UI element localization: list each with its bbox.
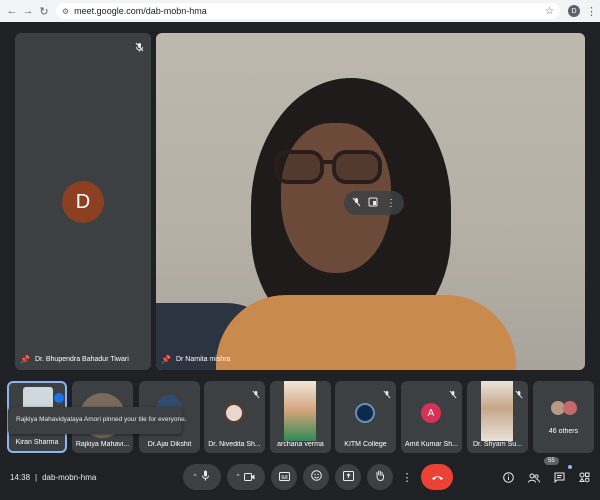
raise-hand-button[interactable] <box>367 464 393 490</box>
browser-toolbar: ← → ↻ ⚙ meet.google.com/dab-mobn-hma ☆ D… <box>0 0 600 22</box>
participant-name: Rajkiya Mahavi... <box>75 441 130 448</box>
mic-off-icon <box>252 386 260 404</box>
avatar: D <box>62 181 104 223</box>
mic-off-icon <box>449 386 457 404</box>
more-options-button[interactable]: ⋮ <box>399 464 415 490</box>
current-time: 14:38 <box>10 473 31 482</box>
participants-count-badge: 55 <box>544 457 559 465</box>
video-thumbnail <box>284 381 316 441</box>
filmstrip-tile[interactable]: KITM College <box>335 381 396 453</box>
filmstrip-tile[interactable]: Dr. Shyam Su... <box>467 381 528 453</box>
reload-icon[interactable]: ↻ <box>36 3 52 19</box>
address-bar[interactable]: ⚙ meet.google.com/dab-mobn-hma ☆ <box>56 3 560 19</box>
participant-name: Kiran Sharma <box>15 439 59 446</box>
profile-photo <box>224 403 244 423</box>
participant-name: KITM College <box>344 441 387 448</box>
tile-overlay-controls: ⋮ <box>344 191 404 215</box>
video-thumbnail <box>481 381 513 441</box>
microphone-icon <box>201 468 210 486</box>
chat-icon[interactable] <box>554 470 565 488</box>
mic-off-icon <box>515 386 523 404</box>
chevron-up-icon[interactable]: ^ <box>237 474 240 480</box>
call-controls: ^ ^ ⋮ <box>183 464 453 490</box>
leave-call-button[interactable] <box>421 464 453 490</box>
forward-icon[interactable]: → <box>20 3 36 19</box>
college-logo <box>355 403 375 423</box>
separator: | <box>35 473 38 482</box>
toast-message: Rajkiya Mahavidyalaya Amori pinned your … <box>16 416 187 423</box>
site-info-icon[interactable]: ⚙ <box>62 7 69 16</box>
present-screen-button[interactable] <box>335 464 361 490</box>
profile-avatar[interactable]: D <box>568 5 580 17</box>
pin-icon: 📌 <box>20 355 30 364</box>
participant-name-label: 📌 Dr. Bhupendra Bahadur Tiwari <box>20 355 129 364</box>
participant-name: Amit Kumar Sh... <box>405 441 458 448</box>
browser-menu-icon[interactable]: ⋮ <box>586 5 597 18</box>
camera-icon <box>244 468 255 486</box>
filmstrip-tile[interactable]: A Amit Kumar Sh... <box>401 381 462 453</box>
emoji-icon <box>310 468 322 486</box>
url-text: meet.google.com/dab-mobn-hma <box>74 6 207 16</box>
meeting-code: dab-mobn-hma <box>42 473 97 482</box>
end-call-icon <box>431 468 444 486</box>
pin-icon: 📌 <box>161 355 171 364</box>
participant-avatar <box>563 401 577 415</box>
meeting-details-icon[interactable] <box>503 470 514 488</box>
video-person-glasses <box>274 150 382 184</box>
participant-name: archana verma <box>277 441 324 448</box>
more-options-icon[interactable]: ⋮ <box>386 198 396 209</box>
more-vert-icon: ⋮ <box>401 471 413 484</box>
back-icon[interactable]: ← <box>4 3 20 19</box>
camera-button[interactable]: ^ <box>227 464 265 490</box>
mic-off-icon[interactable] <box>352 194 361 212</box>
others-count: 46 others <box>548 428 579 435</box>
participant-name: Dr.Ajai Dikshit <box>147 441 192 448</box>
frame-icon[interactable] <box>368 194 378 212</box>
video-person-shirt <box>216 295 516 370</box>
avatar: A <box>421 403 441 423</box>
microphone-button[interactable]: ^ <box>183 464 221 490</box>
meeting-info: 14:38 | dab-mobn-hma <box>10 473 96 482</box>
chat-notification-dot <box>568 465 572 469</box>
activities-icon[interactable] <box>579 470 590 488</box>
hand-icon <box>375 468 385 486</box>
filmstrip-tile[interactable]: Dr. Nivedita Sh... <box>204 381 265 453</box>
reactions-button[interactable] <box>303 464 329 490</box>
mic-off-icon <box>383 386 391 404</box>
present-icon <box>342 468 354 486</box>
more-participants-tile[interactable]: 46 others <box>533 381 594 453</box>
participant-name-label: 📌 Dr Namita mishra <box>161 355 230 364</box>
bookmark-star-icon[interactable]: ☆ <box>545 6 554 17</box>
participant-tile-namita[interactable]: ⋮ 📌 Dr Namita mishra <box>156 33 585 370</box>
side-panel-controls <box>503 470 590 488</box>
participant-name: Dr. Shyam Su... <box>472 441 523 448</box>
filmstrip-tile[interactable]: archana verma <box>270 381 331 453</box>
participant-tile-bhupendra[interactable]: D 📌 Dr. Bhupendra Bahadur Tiwari <box>15 33 151 370</box>
meeting-controls-bar: 14:38 | dab-mobn-hma ^ ^ ⋮ <box>0 460 600 500</box>
people-icon[interactable] <box>528 470 540 488</box>
mic-off-icon <box>132 40 146 54</box>
participant-name: Dr. Nivedita Sh... <box>208 441 261 448</box>
captions-icon <box>278 468 290 486</box>
participant-name: Dr Namita mishra <box>175 356 231 363</box>
speaking-indicator-icon <box>54 393 64 403</box>
chevron-up-icon[interactable]: ^ <box>194 474 197 480</box>
captions-button[interactable] <box>271 464 297 490</box>
pinned-notification-toast: Rajkiya Mahavidyalaya Amori pinned your … <box>8 407 187 434</box>
participant-name: Dr. Bhupendra Bahadur Tiwari <box>34 356 129 363</box>
